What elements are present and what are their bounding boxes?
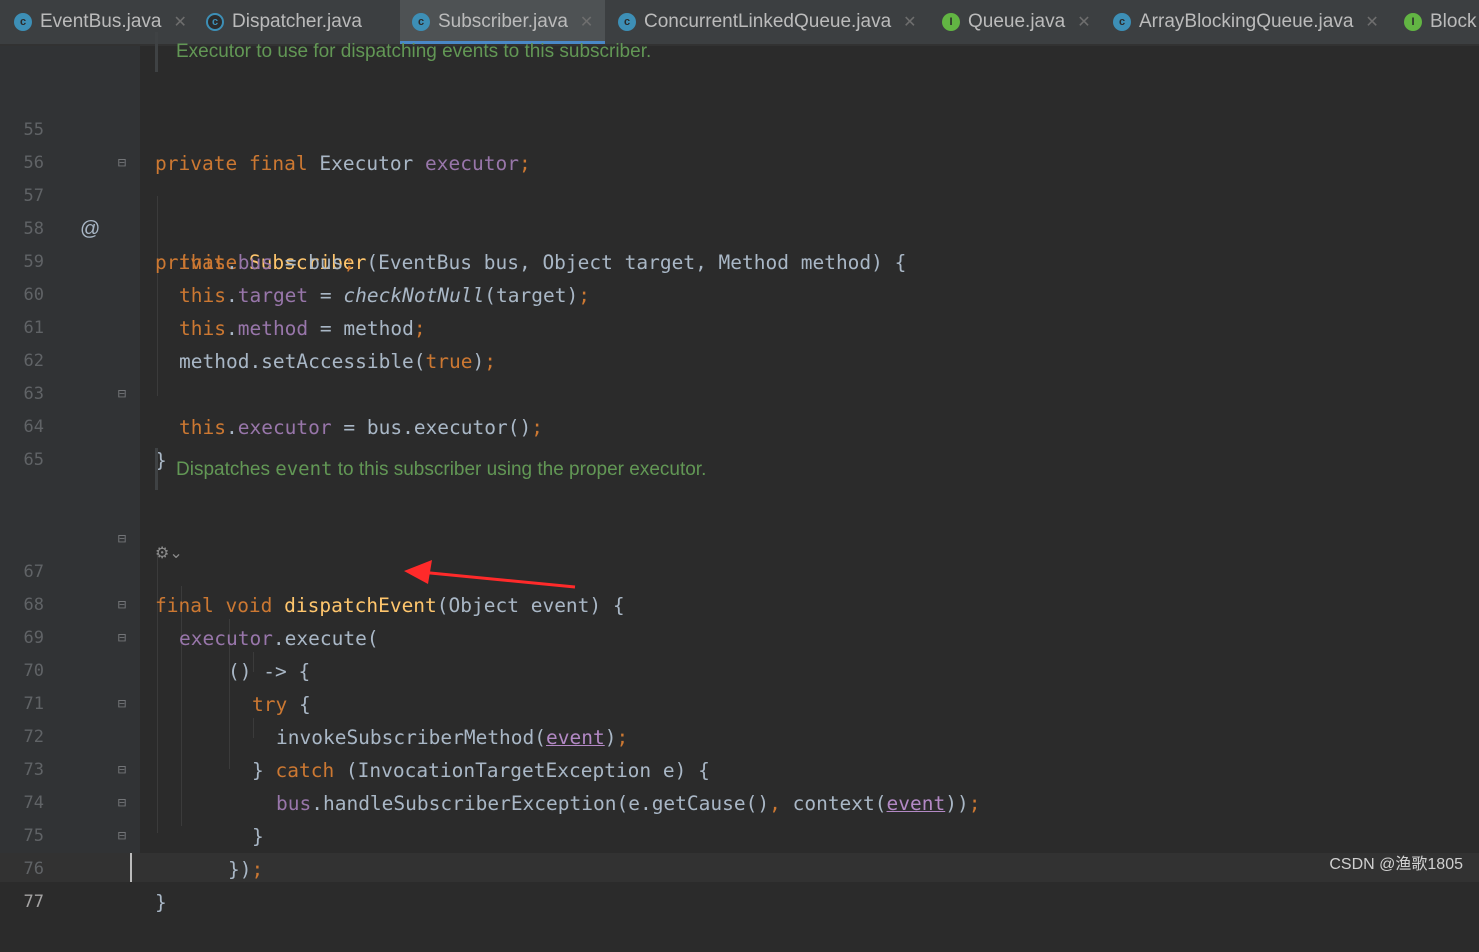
tab-block[interactable]: I Block [1404, 0, 1476, 44]
tab-label: Queue.java [968, 11, 1066, 32]
class-file-icon: c [14, 13, 32, 31]
fold-end-icon[interactable]: ⊟ [114, 386, 130, 402]
close-icon[interactable]: ✕ [173, 12, 186, 32]
fold-end-icon[interactable]: ⊟ [114, 696, 130, 712]
interface-file-icon: I [942, 13, 960, 31]
line-number: 77 [23, 892, 44, 912]
code-line-72: 72 } catch (InvocationTargetException e)… [0, 688, 1479, 782]
fold-end-icon[interactable]: ⊟ [114, 828, 130, 844]
text-caret [130, 853, 132, 882]
code-line-71: 71 invokeSubscriberMethod(event); [0, 655, 1479, 749]
fold-end-icon[interactable]: ⊟ [114, 762, 130, 778]
code-line-70: 70 try { [0, 622, 1479, 716]
close-icon[interactable]: ✕ [1365, 12, 1378, 32]
code-line-74: 74 } [0, 754, 1479, 848]
code-line-63: 63 this.executor = bus.executor(); [0, 345, 1479, 439]
tab-label: ArrayBlockingQueue.java [1139, 11, 1354, 32]
close-icon[interactable]: ✕ [1077, 12, 1090, 32]
code-line-59: 59 this.target = checkNotNull(target); [0, 213, 1479, 307]
code-line-58: 58 this.bus = bus; [0, 180, 1479, 274]
code-line-61: 61 method.setAccessible(true); [0, 279, 1479, 373]
fold-icon[interactable]: ⊟ [114, 630, 130, 646]
code-line-56: 56 [0, 114, 1479, 173]
code-line-69: 69 () -> { [0, 589, 1479, 683]
doc-text: Dispatches [176, 459, 276, 480]
fold-end-icon[interactable]: ⊟ [114, 795, 130, 811]
fold-icon[interactable]: ⊟ [114, 155, 130, 171]
code-editor[interactable]: Executor to use for dispatching events t… [0, 32, 1479, 914]
doc-text: Executor to use for dispatching events t… [176, 41, 652, 62]
tab-label: ConcurrentLinkedQueue.java [644, 11, 892, 32]
code-line-73: 73 bus.handleSubscriberException(e.getCa… [0, 721, 1479, 815]
code-line-55: 55 private final Executor executor; [0, 81, 1479, 175]
code-line-77: 77 [0, 853, 1479, 912]
code-line-60: 60 this.method = method; [0, 246, 1479, 340]
tab-label: Dispatcher.java [232, 11, 362, 32]
code-line-64: 64 } [0, 378, 1479, 472]
close-icon[interactable]: ✕ [580, 12, 593, 32]
line-number: 65 [23, 450, 44, 470]
abstract-class-file-icon: c [206, 13, 224, 31]
doc-text: to this subscriber using the proper exec… [332, 459, 707, 480]
class-file-icon: c [1113, 13, 1131, 31]
fold-icon[interactable]: ⊟ [114, 531, 130, 547]
code-line-76: 76 } [0, 820, 1479, 914]
code-line-68: 68 executor.execute( [0, 556, 1479, 650]
tab-queue[interactable]: I Queue.java ✕ [942, 0, 1091, 44]
doc-comment-executor: Executor to use for dispatching events t… [155, 32, 651, 72]
class-file-icon: c [618, 13, 636, 31]
code-line-75: 75 }); [0, 787, 1479, 881]
class-file-icon: c [412, 13, 430, 31]
interface-file-icon: I [1404, 13, 1422, 31]
code-line-62: 62 [0, 312, 1479, 371]
close-icon[interactable]: ✕ [903, 12, 916, 32]
token: } [155, 891, 167, 914]
fold-icon[interactable]: ⊟ [114, 597, 130, 613]
tab-label: EventBus.java [40, 11, 162, 32]
tab-arrayblockingqueue[interactable]: c ArrayBlockingQueue.java ✕ [1113, 0, 1379, 44]
tab-label: Block [1430, 11, 1477, 32]
tab-concurrentlinkedqueue[interactable]: c ConcurrentLinkedQueue.java ✕ [618, 0, 917, 44]
doc-comment-dispatch: Dispatches event to this subscriber usin… [155, 448, 706, 490]
code-line-57: 57 @ private Subscriber(EventBus bus, Ob… [0, 147, 1479, 274]
doc-code: event [275, 458, 333, 480]
watermark: CSDN @渔歌1805 [1329, 856, 1463, 873]
code-line-65: 65 [0, 411, 1479, 470]
tab-label: Subscriber.java [438, 11, 568, 32]
code-line-67: 67 final void dispatchEvent(Object event… [0, 523, 1479, 617]
